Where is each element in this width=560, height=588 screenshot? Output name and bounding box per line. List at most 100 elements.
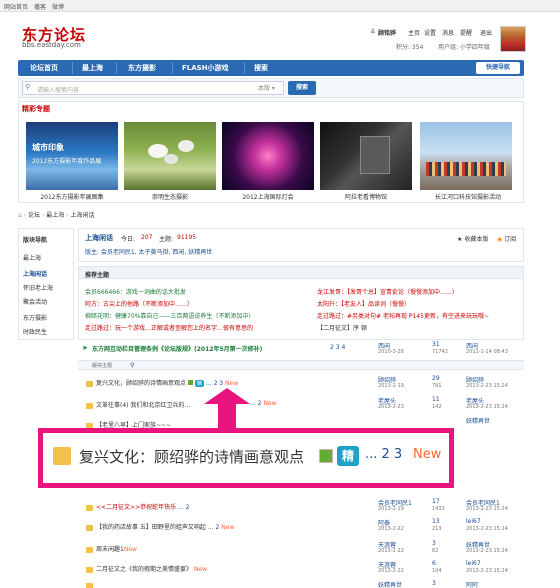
user-home-link[interactable]: 主页 <box>408 28 420 37</box>
pin-link[interactable]: 龙江发哥：【发哥个总】宣青俞论（慢慢添加中……） <box>317 287 458 296</box>
user-points[interactable]: 积分: 354 <box>396 42 423 51</box>
thread-views: 104 <box>432 568 442 574</box>
thread-author[interactable]: 妖精再世 <box>378 580 402 588</box>
breadcrumb-shanghai[interactable]: 最上海 <box>46 212 64 219</box>
thread-last-poster[interactable]: lei67 <box>466 518 481 525</box>
thread-replies[interactable]: 29 <box>432 375 440 382</box>
sidebar-item-meetup[interactable]: 聚会活动 <box>23 297 47 306</box>
nav-home[interactable]: 论坛首页 <box>30 63 58 73</box>
photo-expo[interactable]: 城市印象 2012东方摄影年度作品展 <box>26 122 118 190</box>
user-messages-link[interactable]: 消息 <box>442 28 454 37</box>
sidebar-item-nostalgia[interactable]: 怀旧老上海 <box>23 283 53 292</box>
photo-expo-sub: 2012东方摄影年度作品展 <box>32 158 102 165</box>
thread-last-poster[interactable]: lei67 <box>466 560 481 567</box>
home-icon[interactable]: ⌂ <box>18 212 22 219</box>
table-row[interactable]: 周末闲趣1New <box>86 544 137 553</box>
folder-icon <box>86 546 93 553</box>
announcement-title[interactable]: 东方网互动栏目管理条例《论坛版规》(2012年5月第一次修补) <box>92 344 262 353</box>
section-sort-icon[interactable]: ⚲ <box>130 362 134 369</box>
table-row[interactable]: 文革往事(4) 我们和北京红卫兵的… <box>86 400 190 409</box>
thread-last-poster[interactable]: 妖精再世 <box>466 416 490 425</box>
user-alerts-link[interactable]: 提醒 <box>460 28 472 37</box>
thread-views: 1433 <box>432 506 445 512</box>
thread-replies[interactable]: 11 <box>432 396 440 403</box>
photo-science[interactable] <box>420 122 512 190</box>
zoom-new: New <box>413 447 442 462</box>
new-badge: New <box>221 524 235 531</box>
zoom-title[interactable]: 复兴文化：顾绍骅的诗情画意观点 <box>79 446 304 467</box>
topics-label: 主题: <box>159 236 174 243</box>
thread-title[interactable]: 文革往事(4) 我们和北京红卫兵的… <box>96 402 190 409</box>
search-button[interactable]: 搜索 <box>288 81 316 95</box>
thread-replies[interactable]: 31 <box>432 341 440 348</box>
nav-photo[interactable]: 东方摄影 <box>128 63 156 73</box>
thread-replies[interactable]: 3 <box>432 540 436 547</box>
thread-title[interactable]: 复兴文化，顾绍骅的诗情画意观点 <box>96 380 186 387</box>
blog-link[interactable]: 播客 <box>34 2 46 11</box>
topics-count: 91195 <box>177 234 197 241</box>
photo-caption[interactable]: 2012上海国际灯会 <box>218 192 318 201</box>
table-row[interactable]: 二月征文之《我的假期之美情盛宴》 New <box>86 564 207 573</box>
thread-pages[interactable]: ... 2 <box>250 400 261 407</box>
table-row[interactable]: <<二月征文>>恭祝蛇年快乐 ... 2 <box>86 502 190 511</box>
sidebar-item-photo[interactable]: 东方摄影 <box>23 313 47 322</box>
sidebar-item-shanghai[interactable]: 最上海 <box>23 253 41 262</box>
nav-flash[interactable]: FLASH小游戏 <box>182 63 229 73</box>
home-link[interactable]: 网站首页 <box>4 2 28 11</box>
thread-title[interactable]: 二月征文之《我的假期之美情盛宴》 <box>96 566 192 573</box>
favorite-button[interactable]: ★ 收藏本版 <box>457 234 488 243</box>
breadcrumb-current[interactable]: 上海闲话 <box>71 212 95 219</box>
pin-link[interactable]: 【二月征文】序 顿 <box>317 323 367 332</box>
pin-link[interactable]: 柳暗花明：健康70%靠自己——三百两语说养生（不断添加中） <box>85 311 254 320</box>
pin-link[interactable]: 太阳升：【老友人】品读词（慢慢） <box>317 299 410 308</box>
avatar[interactable] <box>500 26 526 52</box>
pin-link[interactable]: 会员666466：游戏一词曲的话大批发 <box>85 287 186 296</box>
thread-last-poster[interactable]: 阿阿 <box>466 580 478 588</box>
table-row[interactable]: 复兴文化，顾绍骅的诗情画意观点 精 ... 2 3 New <box>86 378 238 387</box>
thread-replies[interactable]: 17 <box>432 498 440 505</box>
thread-replies[interactable]: 13 <box>432 518 440 525</box>
thread-replies[interactable]: 3 <box>432 580 436 587</box>
username[interactable]: 顾铭骅 <box>378 28 396 37</box>
search-scope-select[interactable]: 本版 ▾ <box>258 83 275 92</box>
quick-nav-button[interactable]: 快捷导航 <box>476 62 520 74</box>
forum-title: 上海闲话 <box>85 234 113 242</box>
photo-lanterns[interactable] <box>222 122 314 190</box>
photo-caption[interactable]: 崇明生态摄影 <box>120 192 220 201</box>
thread-title[interactable]: 周末闲趣1 <box>96 546 124 553</box>
photo-caption[interactable]: 2012东方摄影年展图集 <box>22 192 122 201</box>
announcement-pages[interactable]: 2 3 4 <box>330 344 345 351</box>
user-group[interactable]: 用户组: 小学四年级 <box>438 42 490 51</box>
thread-date: 2013-2-22 <box>378 548 404 554</box>
pin-link[interactable]: 阿方：古尖上的他路（不断添加中……） <box>85 299 193 308</box>
weibo-link[interactable]: 微博 <box>52 2 64 11</box>
thread-pages[interactable]: ... 2 3 <box>206 380 223 387</box>
user-settings-link[interactable]: 设置 <box>424 28 436 37</box>
photo-caption[interactable]: 阿拉老看博物馆 <box>316 192 416 201</box>
sidebar-item-politics[interactable]: 时政民生 <box>23 327 47 336</box>
photo-caption[interactable]: 长江河口科技馆摄影活动 <box>418 192 518 201</box>
thread-title[interactable]: <<二月征文>>恭祝蛇年快乐 <box>96 504 176 511</box>
breadcrumb-forum[interactable]: 论坛 <box>28 212 40 219</box>
moderators[interactable]: 版主: 会员老同民1, 太子黄马褂, 西闲, 妖精再世 <box>85 247 212 256</box>
thread-replies[interactable]: 6 <box>432 560 436 567</box>
folder-icon <box>53 447 71 465</box>
photo-birds[interactable] <box>124 122 216 190</box>
thread-title[interactable]: 【我的药店故事 五】田野里的蛙声又响起 <box>96 524 206 531</box>
thread-pages[interactable]: ... 2 <box>178 504 189 511</box>
pin-link[interactable]: 走过路过：玩一个游戏…正解或者歪解您上的名字…很有意思的 <box>85 323 253 332</box>
zoom-callout: 复兴文化：顾绍骅的诗情画意观点 精 ... 2 3 New <box>38 428 454 488</box>
photo-museum[interactable] <box>320 122 412 190</box>
sidebar-item-current[interactable]: 上海闲话 <box>23 269 47 278</box>
thread-pages[interactable]: ... 2 <box>208 524 219 531</box>
search-input[interactable]: 请输入搜索内容 <box>22 81 284 95</box>
site-url: bbs.eastday.com <box>22 41 81 49</box>
table-row[interactable]: 【我的药店故事 五】田野里的蛙声又响起 ... 2 New <box>86 522 234 531</box>
table-row[interactable] <box>86 582 96 588</box>
nav-shanghai[interactable]: 最上海 <box>82 63 103 73</box>
rss-button[interactable]: ◉ 订阅 <box>497 234 516 243</box>
pin-link[interactable]: 走过路过：#另类对句# 老帖再现 P145更新，有空进来玩玩哦~ <box>317 311 489 320</box>
zoom-pages[interactable]: ... 2 3 <box>365 447 402 462</box>
nav-search[interactable]: 搜索 <box>254 63 268 73</box>
user-logout-link[interactable]: 退出 <box>480 28 492 37</box>
